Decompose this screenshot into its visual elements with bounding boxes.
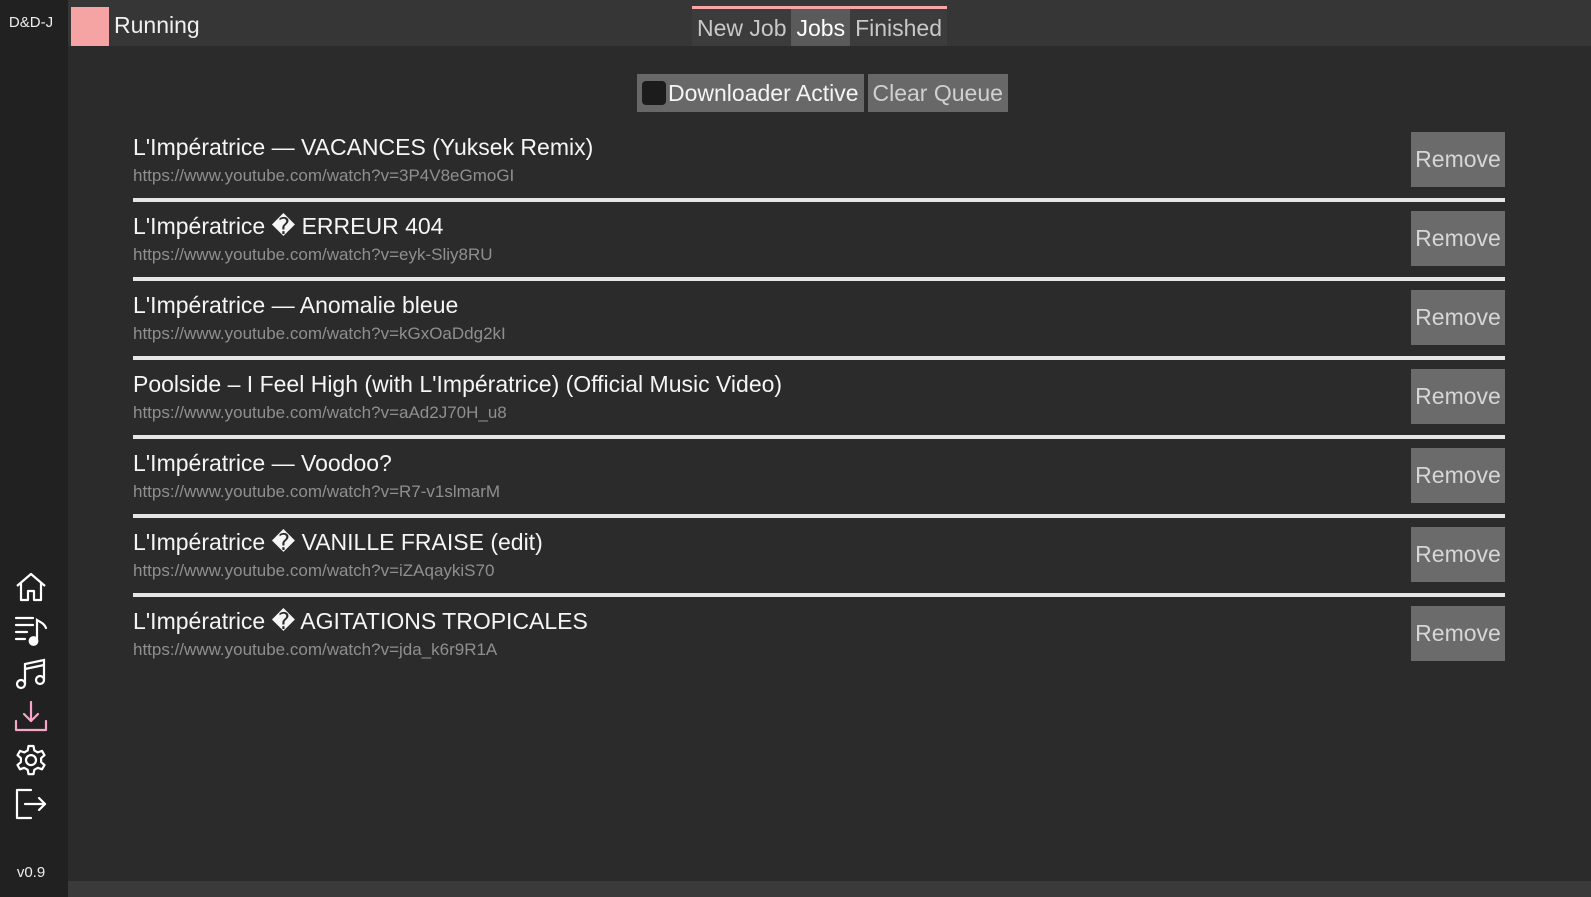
job-separator (133, 514, 1505, 518)
job-separator (133, 593, 1505, 597)
top-bar: Running New Job Jobs Finished (68, 0, 1591, 46)
job-url: https://www.youtube.com/watch?v=R7-v1slm… (133, 482, 501, 501)
job-title: L'Impératrice — VACANCES (Yuksek Remix) (133, 134, 594, 160)
playlist-icon[interactable] (12, 611, 50, 649)
job-item: L'Impératrice — Voodoo? https://www.yout… (133, 448, 1505, 527)
job-title: Poolside – I Feel High (with L'Impératri… (133, 371, 783, 397)
version-label: v0.9 (16, 864, 46, 881)
job-url: https://www.youtube.com/watch?v=kGxOaDdg… (133, 324, 506, 343)
job-item: L'Impératrice — Anomalie bleue https://w… (133, 290, 1505, 369)
job-list: L'Impératrice — VACANCES (Yuksek Remix) … (133, 132, 1505, 685)
job-url: https://www.youtube.com/watch?v=aAd2J70H… (133, 403, 507, 422)
download-icon[interactable] (12, 698, 50, 736)
tab-bar: New Job Jobs Finished (692, 6, 948, 46)
status-indicator (71, 7, 109, 46)
horizontal-scrollbar[interactable] (68, 881, 1591, 897)
home-icon[interactable] (12, 568, 50, 606)
job-url: https://www.youtube.com/watch?v=3P4V8eGm… (133, 166, 515, 185)
job-title: L'Impératrice — Anomalie bleue (133, 292, 459, 318)
tab-finished[interactable]: Finished (850, 6, 948, 46)
logout-icon[interactable] (12, 785, 50, 823)
tab-jobs[interactable]: Jobs (791, 6, 851, 46)
job-url: https://www.youtube.com/watch?v=jda_k6r9… (133, 640, 498, 659)
job-title: L'Impératrice � VANILLE FRAISE (edit) (133, 529, 543, 555)
music-note-icon[interactable] (12, 655, 50, 693)
status-label: Running (114, 12, 200, 38)
remove-button[interactable]: Remove (1411, 606, 1505, 661)
tab-new-job[interactable]: New Job (692, 6, 792, 46)
clear-queue-button[interactable]: Clear Queue (867, 74, 1008, 112)
remove-button[interactable]: Remove (1411, 527, 1505, 582)
job-separator (133, 356, 1505, 360)
remove-button[interactable]: Remove (1411, 290, 1505, 345)
downloader-active-label: Downloader Active (668, 79, 859, 106)
remove-button[interactable]: Remove (1411, 132, 1505, 187)
remove-button[interactable]: Remove (1411, 448, 1505, 503)
downloader-checkbox[interactable] (642, 81, 666, 105)
job-item: L'Impératrice � AGITATIONS TROPICALES ht… (133, 606, 1505, 685)
job-title: L'Impératrice — Voodoo? (133, 450, 392, 476)
remove-button[interactable]: Remove (1411, 211, 1505, 266)
gear-icon[interactable] (12, 742, 50, 780)
queue-controls: Downloader Active Clear Queue (637, 74, 1008, 112)
job-url: https://www.youtube.com/watch?v=eyk-Sliy… (133, 245, 493, 264)
job-url: https://www.youtube.com/watch?v=iZAqayki… (133, 561, 495, 580)
job-item: Poolside – I Feel High (with L'Impératri… (133, 369, 1505, 448)
job-title: L'Impératrice � ERREUR 404 (133, 213, 444, 239)
main-content: Downloader Active Clear Queue L'Impératr… (68, 46, 1591, 881)
job-separator (133, 435, 1505, 439)
sidebar: D&D-J v0.9 (0, 0, 68, 897)
job-item: L'Impératrice � ERREUR 404 https://www.y… (133, 211, 1505, 290)
downloader-active-toggle[interactable]: Downloader Active (637, 74, 864, 112)
job-item: L'Impératrice � VANILLE FRAISE (edit) ht… (133, 527, 1505, 606)
job-separator (133, 198, 1505, 202)
remove-button[interactable]: Remove (1411, 369, 1505, 424)
app-name: D&D-J (8, 14, 54, 31)
job-separator (133, 277, 1505, 281)
job-item: L'Impératrice — VACANCES (Yuksek Remix) … (133, 132, 1505, 211)
job-title: L'Impératrice � AGITATIONS TROPICALES (133, 608, 588, 634)
